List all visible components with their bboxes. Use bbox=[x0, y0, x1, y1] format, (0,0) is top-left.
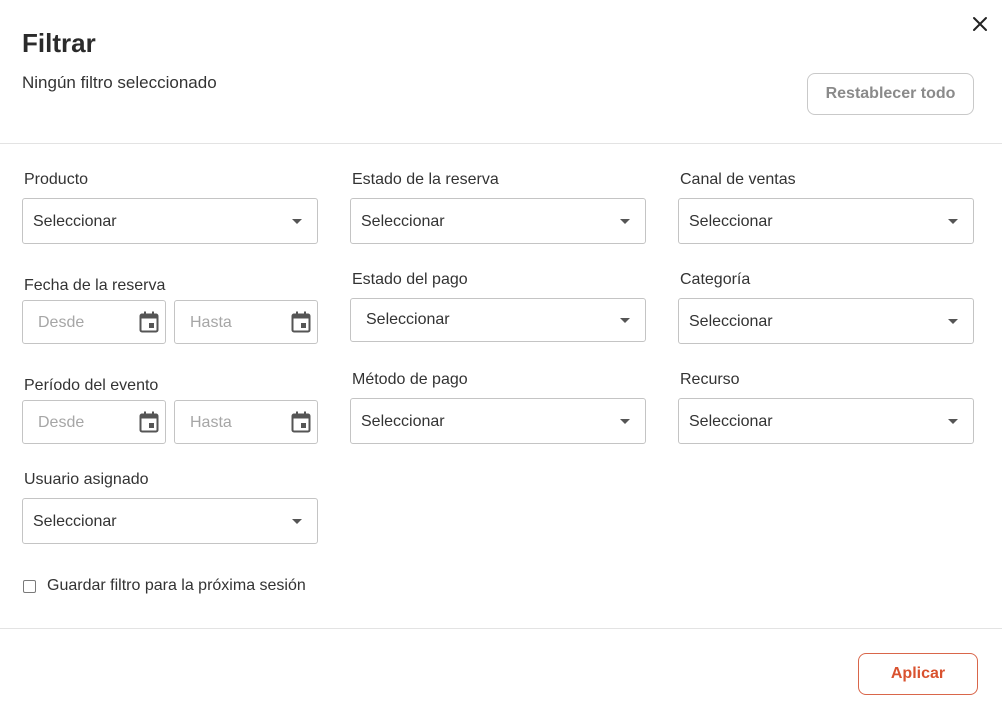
chevron-down-icon bbox=[948, 419, 958, 424]
chevron-down-icon bbox=[948, 219, 958, 224]
estado-reserva-label: Estado de la reserva bbox=[352, 171, 499, 188]
filter-status-text: Ningún filtro seleccionado bbox=[22, 73, 217, 92]
chevron-down-icon bbox=[948, 319, 958, 324]
calendar-icon[interactable] bbox=[291, 311, 311, 333]
metodo-pago-label: Método de pago bbox=[352, 371, 468, 388]
usuario-asignado-select-value: Seleccionar bbox=[33, 513, 117, 530]
chevron-down-icon bbox=[292, 219, 302, 224]
estado-pago-select-value: Seleccionar bbox=[366, 311, 450, 328]
periodo-evento-hasta-input[interactable]: Hasta bbox=[174, 400, 318, 444]
estado-pago-select[interactable]: Seleccionar bbox=[350, 298, 646, 342]
fecha-reserva-desde-input[interactable]: Desde bbox=[22, 300, 166, 344]
recurso-select[interactable]: Seleccionar bbox=[678, 398, 974, 444]
close-icon bbox=[973, 17, 987, 31]
filter-header: Filtrar Ningún filtro seleccionado Resta… bbox=[0, 0, 1002, 144]
chevron-down-icon bbox=[620, 219, 630, 224]
estado-reserva-select[interactable]: Seleccionar bbox=[350, 198, 646, 244]
recurso-label: Recurso bbox=[680, 371, 740, 388]
chevron-down-icon bbox=[620, 318, 630, 323]
canal-ventas-select-value: Seleccionar bbox=[689, 213, 773, 230]
save-filter-row[interactable]: Guardar filtro para la próxima sesión bbox=[23, 577, 306, 595]
close-button[interactable] bbox=[968, 12, 992, 36]
page-title: Filtrar bbox=[22, 28, 96, 58]
chevron-down-icon bbox=[620, 419, 630, 424]
fecha-reserva-hasta-input[interactable]: Hasta bbox=[174, 300, 318, 344]
categoria-label: Categoría bbox=[680, 271, 751, 288]
usuario-asignado-select[interactable]: Seleccionar bbox=[22, 498, 318, 544]
categoria-select-value: Seleccionar bbox=[689, 313, 773, 330]
canal-ventas-select[interactable]: Seleccionar bbox=[678, 198, 974, 244]
producto-select[interactable]: Seleccionar bbox=[22, 198, 318, 244]
save-filter-checkbox[interactable] bbox=[23, 579, 36, 593]
producto-label: Producto bbox=[24, 171, 89, 188]
metodo-pago-select[interactable]: Seleccionar bbox=[350, 398, 646, 444]
calendar-icon[interactable] bbox=[291, 411, 311, 433]
apply-button[interactable]: Aplicar bbox=[858, 653, 978, 695]
periodo-evento-label: Período del evento bbox=[24, 377, 159, 394]
periodo-evento-hasta-placeholder: Hasta bbox=[190, 414, 232, 431]
recurso-select-value: Seleccionar bbox=[689, 413, 773, 430]
producto-select-value: Seleccionar bbox=[33, 213, 117, 230]
usuario-asignado-label: Usuario asignado bbox=[24, 471, 149, 488]
periodo-evento-desde-input[interactable]: Desde bbox=[22, 400, 166, 444]
metodo-pago-select-value: Seleccionar bbox=[361, 413, 445, 430]
fecha-reserva-hasta-placeholder: Hasta bbox=[190, 314, 232, 331]
estado-pago-label: Estado del pago bbox=[352, 271, 468, 288]
calendar-icon[interactable] bbox=[139, 311, 159, 333]
categoria-select[interactable]: Seleccionar bbox=[678, 298, 974, 344]
fecha-reserva-desde-placeholder: Desde bbox=[38, 314, 85, 331]
canal-ventas-label: Canal de ventas bbox=[680, 171, 796, 188]
periodo-evento-desde-placeholder: Desde bbox=[38, 414, 85, 431]
estado-reserva-select-value: Seleccionar bbox=[361, 213, 445, 230]
save-filter-label: Guardar filtro para la próxima sesión bbox=[47, 577, 306, 594]
reset-all-button[interactable]: Restablecer todo bbox=[807, 73, 974, 115]
calendar-icon[interactable] bbox=[139, 411, 159, 433]
chevron-down-icon bbox=[292, 519, 302, 524]
footer-divider bbox=[0, 628, 1002, 629]
fecha-reserva-label: Fecha de la reserva bbox=[24, 277, 166, 294]
